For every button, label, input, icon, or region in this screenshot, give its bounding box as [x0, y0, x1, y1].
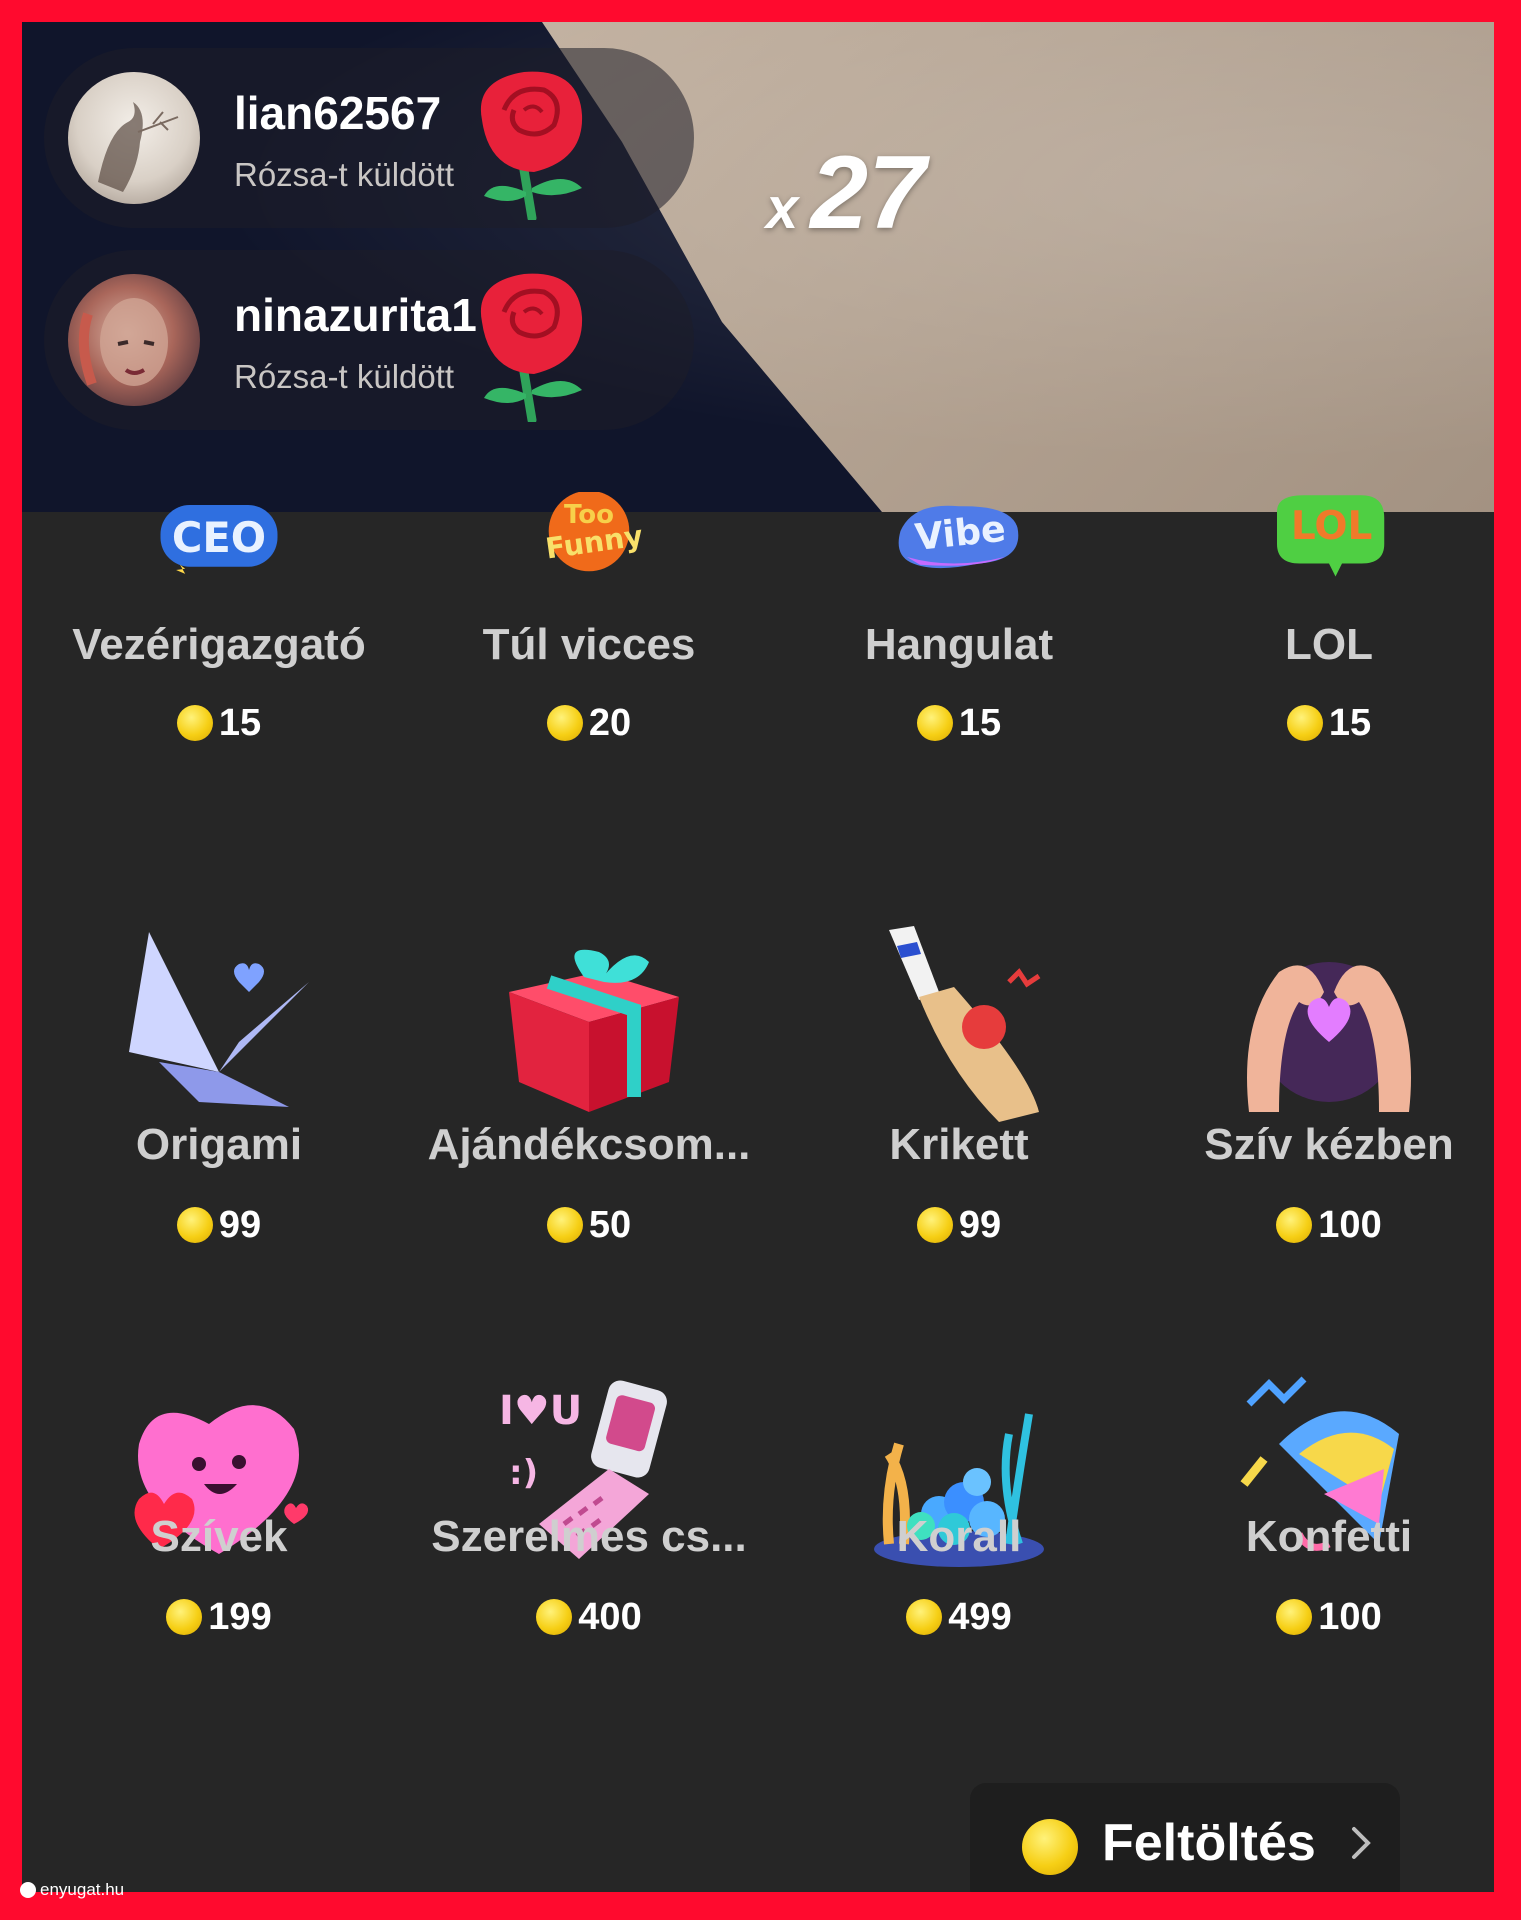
gift-box-icon: [509, 949, 679, 1112]
watermark: enyugat.hu: [20, 1880, 124, 1900]
gift-name: Szívek: [150, 1512, 288, 1561]
gift-name: Szív kézben: [1204, 1120, 1454, 1169]
live-stream-view: lian62567 Rózsa-t küldött x 27 ninazurit…: [22, 22, 1494, 512]
rose-icon: [480, 71, 583, 220]
gift-item-confetti[interactable]: Konfetti 100: [1144, 1374, 1494, 1814]
price-value: 100: [1318, 1596, 1382, 1638]
gift-name: Vezérigazgató: [72, 620, 366, 669]
coin-icon: [1276, 1599, 1313, 1635]
watermark-text: enyugat.hu: [40, 1880, 125, 1899]
chevron-right-icon: [1352, 1827, 1371, 1859]
coin-icon: [176, 1207, 213, 1243]
gift-price: 100: [1144, 1596, 1494, 1639]
coin-icon: [166, 1599, 203, 1635]
coin-icon: [546, 1207, 583, 1243]
gift-name: LOL: [1285, 620, 1373, 669]
svg-text:CEO: CEO: [172, 513, 266, 562]
gift-item-gift-box[interactable]: Ajándékcsom... 50: [404, 922, 774, 1362]
gift-price: 15: [34, 702, 404, 745]
gift-panel: CEO Vezérigazgató 15 Too Funny Túl vicce…: [22, 492, 1494, 1892]
gift-name: Konfetti: [1245, 1512, 1413, 1561]
cricket-bat-icon: [889, 926, 1041, 1122]
gift-name: Szerelmes cs...: [431, 1512, 747, 1561]
gift-item-love-phone[interactable]: I♥U :) Szerelmes cs... 400: [404, 1374, 774, 1814]
price-value: 50: [588, 1204, 632, 1246]
gift-item-hearts[interactable]: Szívek 199: [34, 1374, 404, 1814]
screenshot-frame: lian62567 Rózsa-t küldött x 27 ninazurit…: [22, 22, 1494, 1892]
coin-icon: [1276, 1207, 1313, 1243]
gift-item-coral[interactable]: Korall 499: [774, 1374, 1144, 1814]
price-value: 499: [948, 1596, 1012, 1638]
gift-notification: ninazurita1 Rózsa-t küldött x10: [44, 250, 694, 430]
ceo-sticker-icon: CEO: [160, 505, 278, 574]
price-value: 99: [958, 1204, 1002, 1246]
coin-icon: [536, 1599, 573, 1635]
svg-text::): :): [509, 1453, 538, 1493]
gift-name: Túl vicces: [482, 620, 696, 669]
price-value: 20: [588, 702, 632, 744]
gift-notification: lian62567 Rózsa-t küldött x 27: [44, 48, 926, 251]
gift-price: 20: [404, 702, 774, 745]
heart-hands-icon: [1247, 962, 1411, 1112]
too-funny-sticker-icon: Too Funny: [543, 492, 645, 572]
price-value: 400: [578, 1596, 642, 1638]
price-value: 99: [218, 1204, 262, 1246]
gift-name: Korall: [896, 1512, 1022, 1561]
svg-text:I♥U: I♥U: [499, 1388, 582, 1434]
username: ninazurita1: [234, 289, 477, 341]
svg-text:LOL: LOL: [1291, 504, 1372, 549]
gift-action-text: Rózsa-t küldött: [234, 156, 455, 193]
coin-icon: [176, 705, 213, 741]
gift-name: Origami: [135, 1120, 303, 1169]
price-value: 15: [218, 702, 262, 744]
coin-icon: [906, 1599, 943, 1635]
gift-action-text: Rózsa-t küldött: [234, 358, 455, 395]
gift-name: Ajándékcsom...: [427, 1120, 751, 1169]
gift-price: 400: [404, 1596, 774, 1639]
gift-price: 99: [774, 1204, 1144, 1247]
gift-item-lol[interactable]: LOL LOL 15: [1144, 492, 1494, 932]
coin-icon: [1022, 1819, 1078, 1875]
gift-item-cricket[interactable]: Krikett 99: [774, 922, 1144, 1362]
gift-price: 15: [774, 702, 1144, 745]
gift-item-ceo[interactable]: CEO Vezérigazgató 15: [34, 492, 404, 932]
combo-count: 27: [810, 135, 926, 251]
rose-icon: [480, 273, 583, 422]
gift-item-too-funny[interactable]: Too Funny Túl vicces 20: [404, 492, 774, 932]
gift-name: Krikett: [889, 1120, 1029, 1169]
combo-counter: x 27: [766, 134, 926, 253]
coin-icon: [1286, 705, 1323, 741]
recharge-button[interactable]: Feltöltés: [970, 1783, 1400, 1892]
price-value: 100: [1318, 1204, 1382, 1246]
price-value: 199: [208, 1596, 272, 1638]
vibe-sticker-icon: Vibe: [898, 505, 1019, 569]
gift-price: 199: [34, 1596, 404, 1639]
gift-price: 15: [1144, 702, 1494, 745]
coin-icon: [916, 705, 953, 741]
price-value: 15: [1328, 702, 1372, 744]
gift-name: Hangulat: [864, 620, 1054, 669]
gift-price: 100: [1144, 1204, 1494, 1247]
gift-price: 50: [404, 1204, 774, 1247]
price-value: 15: [958, 702, 1002, 744]
avatar[interactable]: [68, 72, 200, 204]
gift-item-origami[interactable]: Origami 99: [34, 922, 404, 1362]
recharge-label: Feltöltés: [1102, 1814, 1316, 1872]
origami-crane-icon: [129, 932, 309, 1107]
avatar[interactable]: [68, 274, 200, 406]
gift-item-vibe[interactable]: Vibe Hangulat 15: [774, 492, 1144, 932]
watermark-logo-icon: [20, 1882, 36, 1898]
gift-price: 499: [774, 1596, 1144, 1639]
coin-icon: [546, 705, 583, 741]
gift-item-heart-hands[interactable]: Szív kézben 100: [1144, 922, 1494, 1362]
coin-icon: [916, 1207, 953, 1243]
gift-price: 99: [34, 1204, 404, 1247]
username: lian62567: [234, 87, 442, 139]
lol-sticker-icon: LOL: [1277, 495, 1385, 577]
combo-prefix: x: [766, 176, 799, 241]
